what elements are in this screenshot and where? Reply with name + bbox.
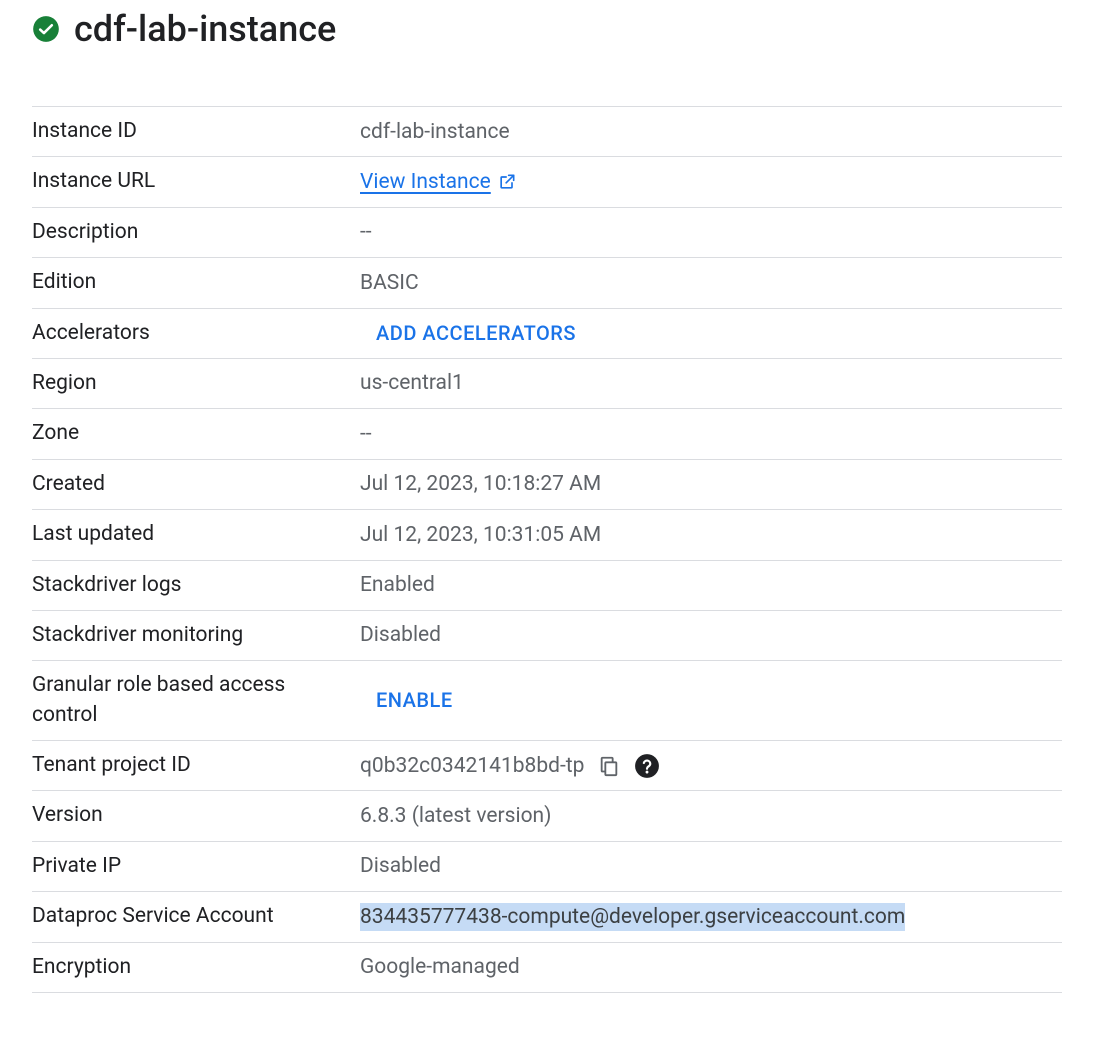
copy-tenant-project-id-button[interactable] [598,755,620,777]
value-private-ip: Disabled [360,852,1062,880]
label-instance-url: Instance URL [32,167,360,196]
enable-rbac-button[interactable]: ENABLE [360,687,469,714]
row-instance-id: Instance ID cdf-lab-instance [32,106,1062,156]
row-stackdriver-monitoring: Stackdriver monitoring Disabled [32,610,1062,660]
label-description: Description [32,218,360,247]
label-tenant-project-id: Tenant project ID [32,751,360,780]
copy-icon [598,755,620,777]
status-ok-icon [32,15,60,43]
label-instance-id: Instance ID [32,117,360,146]
value-instance-url: View Instance [360,168,1062,196]
view-instance-link-text: View Instance [360,168,491,196]
value-edition: BASIC [360,269,1062,297]
label-stackdriver-monitoring: Stackdriver monitoring [32,621,360,650]
label-accelerators: Accelerators [32,319,360,348]
label-dataproc-sa: Dataproc Service Account [32,902,360,931]
value-accelerators: ADD ACCELERATORS [360,320,1062,347]
value-stackdriver-monitoring: Disabled [360,621,1062,649]
value-dataproc-sa: 834435777438-compute@developer.gservicea… [360,903,905,931]
tenant-project-id-help-button[interactable] [634,753,660,779]
row-rbac: Granular role based access control ENABL… [32,660,1062,740]
row-instance-url: Instance URL View Instance [32,156,1062,206]
value-stackdriver-logs: Enabled [360,571,1062,599]
row-created: Created Jul 12, 2023, 10:18:27 AM [32,459,1062,509]
label-zone: Zone [32,419,360,448]
add-accelerators-button[interactable]: ADD ACCELERATORS [360,320,592,347]
row-version: Version 6.8.3 (latest version) [32,790,1062,840]
row-private-ip: Private IP Disabled [32,841,1062,891]
label-last-updated: Last updated [32,520,360,549]
open-in-new-icon [497,172,517,192]
value-last-updated: Jul 12, 2023, 10:31:05 AM [360,521,1062,549]
row-region: Region us-central1 [32,358,1062,408]
row-stackdriver-logs: Stackdriver logs Enabled [32,560,1062,610]
value-tenant-project-id: q0b32c0342141b8bd-tp [360,752,584,780]
value-encryption: Google-managed [360,953,1062,981]
label-region: Region [32,369,360,398]
value-region: us-central1 [360,369,1062,397]
label-private-ip: Private IP [32,852,360,881]
row-description: Description -- [32,207,1062,257]
row-accelerators: Accelerators ADD ACCELERATORS [32,308,1062,358]
value-version: 6.8.3 (latest version) [360,802,1062,830]
label-stackdriver-logs: Stackdriver logs [32,571,360,600]
value-created: Jul 12, 2023, 10:18:27 AM [360,470,1062,498]
help-icon [634,753,660,779]
value-tenant-project-id-container: q0b32c0342141b8bd-tp [360,752,1062,780]
page-title: cdf-lab-instance [74,8,336,50]
label-edition: Edition [32,268,360,297]
value-zone: -- [360,420,1062,448]
label-version: Version [32,801,360,830]
view-instance-link[interactable]: View Instance [360,168,517,196]
label-created: Created [32,470,360,499]
row-encryption: Encryption Google-managed [32,942,1062,993]
row-edition: Edition BASIC [32,257,1062,307]
row-tenant-project-id: Tenant project ID q0b32c0342141b8bd-tp [32,740,1062,790]
row-zone: Zone -- [32,408,1062,458]
page-header: cdf-lab-instance [32,8,1062,50]
value-dataproc-sa-container: 834435777438-compute@developer.gservicea… [360,903,1062,931]
value-rbac: ENABLE [360,687,1062,714]
value-instance-id: cdf-lab-instance [360,118,1062,146]
value-description: -- [360,218,1062,246]
label-encryption: Encryption [32,953,360,982]
row-last-updated: Last updated Jul 12, 2023, 10:31:05 AM [32,509,1062,559]
label-rbac: Granular role based access control [32,671,360,730]
row-dataproc-sa: Dataproc Service Account 834435777438-co… [32,891,1062,941]
instance-details-table: Instance ID cdf-lab-instance Instance UR… [32,106,1062,993]
